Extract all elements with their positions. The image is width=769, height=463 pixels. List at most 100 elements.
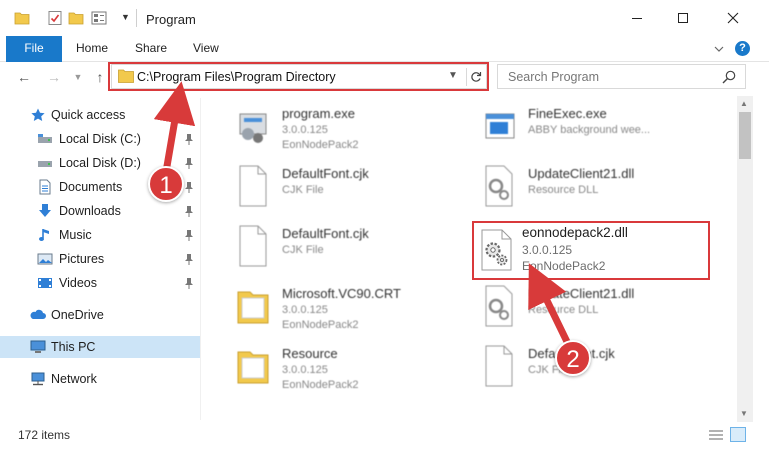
file-item-defaultfont-cjk[interactable]: DefaultFont.cjk CJK File [224, 218, 464, 276]
scrollbar-thumb[interactable] [739, 112, 751, 159]
tab-view[interactable]: View [183, 36, 229, 62]
search-box[interactable]: Search Program [497, 64, 746, 89]
sidebar-item-local-disk-c[interactable]: Local Disk (C:) [0, 128, 200, 150]
pin-icon[interactable] [184, 205, 194, 217]
tiles-view-icon[interactable] [730, 427, 746, 442]
file-item-defaultfont-cjk[interactable]: DefaultFont.cjk CJK File [470, 338, 710, 396]
drive-icon [38, 161, 52, 167]
file-detail: 3.0.0.125 [282, 304, 328, 316]
quick-access-toolbar-dropdown-icon[interactable]: ▼ [121, 12, 130, 22]
recent-locations-button[interactable]: ▼ [68, 66, 88, 88]
sidebar-item-downloads[interactable]: Downloads [0, 200, 200, 222]
sidebar-item-quick-access[interactable]: Quick access [0, 104, 200, 126]
network-icon [31, 372, 45, 386]
folder-icon[interactable] [14, 10, 30, 26]
forward-button[interactable]: → [44, 66, 64, 88]
details-view-icon[interactable] [709, 429, 723, 441]
file-detail: Resource DLL [528, 184, 599, 196]
file-name: UpdateClient21.dll [528, 286, 635, 301]
maximize-icon [678, 13, 688, 23]
dll-file-icon [485, 165, 513, 207]
documents-icon [39, 179, 51, 195]
sidebar-item-label: Documents [59, 180, 123, 194]
blank-file-icon [239, 165, 267, 207]
back-arrow-icon: ← [17, 69, 31, 85]
vertical-scrollbar[interactable]: ▲ ▼ [737, 96, 753, 422]
file-detail: EonNodePack2 [282, 319, 359, 331]
maximize-button[interactable] [660, 0, 706, 36]
folder-icon [237, 291, 269, 324]
dll-file-icon [485, 285, 513, 327]
pin-icon[interactable] [184, 253, 194, 265]
sidebar-item-label: Videos [59, 276, 97, 290]
file-detail: Resource DLL [528, 304, 599, 316]
sidebar-item-label: Local Disk (D:) [59, 156, 141, 170]
sidebar-item-label: This PC [51, 340, 96, 354]
up-arrow-icon: ↑ [96, 69, 104, 85]
pin-icon[interactable] [184, 133, 194, 145]
file-item-microsoft-vc90-crt[interactable]: Microsoft.VC90.CRT 3.0.0.125 EonNodePack… [224, 278, 464, 336]
app-window-icon [485, 113, 515, 139]
sidebar-item-onedrive[interactable]: OneDrive [0, 304, 200, 326]
this-pc-icon [30, 340, 46, 353]
pin-icon[interactable] [184, 157, 194, 169]
search-icon[interactable] [721, 69, 737, 85]
forward-arrow-icon: → [47, 69, 61, 85]
onedrive-icon [30, 309, 46, 319]
close-icon [727, 12, 739, 24]
help-icon[interactable]: ? [735, 41, 750, 56]
sidebar-item-pictures[interactable]: Pictures [0, 248, 200, 270]
file-highlight [472, 221, 710, 280]
item-count: 172 items [18, 428, 71, 442]
pane-divider [200, 98, 201, 420]
sidebar-item-this-pc[interactable]: This PC [0, 336, 200, 358]
blank-file-icon [485, 345, 513, 387]
scroll-up-icon[interactable]: ▲ [740, 99, 748, 108]
up-button[interactable]: ↑ [90, 66, 110, 88]
sidebar-item-videos[interactable]: Videos [0, 272, 200, 294]
sidebar-item-music[interactable]: Music [0, 224, 200, 246]
sidebar-item-label: Local Disk (C:) [59, 132, 141, 146]
file-name: UpdateClient21.dll [528, 166, 635, 181]
back-button[interactable]: ← [14, 66, 34, 88]
view-properties-icon[interactable] [91, 10, 107, 26]
pin-icon[interactable] [184, 277, 194, 289]
sidebar-item-label: Quick access [51, 108, 126, 122]
file-detail: 3.0.0.125 [282, 364, 328, 376]
tab-home[interactable]: Home [66, 36, 118, 62]
address-bar-highlight [108, 62, 489, 91]
close-button[interactable] [710, 0, 756, 36]
sidebar-item-label: Pictures [59, 252, 105, 266]
callout-badge-1: 1 [148, 166, 184, 202]
properties-check-icon[interactable] [47, 10, 63, 26]
new-folder-icon[interactable] [68, 10, 84, 26]
file-item-defaultfont-cjk[interactable]: DefaultFont.cjk CJK File [224, 158, 464, 216]
file-item-updateclient21-dll[interactable]: UpdateClient21.dll Resource DLL [470, 278, 710, 336]
videos-icon [38, 278, 52, 288]
tab-file[interactable]: File [6, 36, 62, 62]
pin-icon[interactable] [184, 181, 194, 193]
search-input[interactable]: Search Program [508, 70, 599, 84]
folder-icon [237, 351, 269, 384]
scroll-down-icon[interactable]: ▼ [740, 409, 748, 418]
downloads-icon [39, 204, 51, 217]
drive-icon [38, 134, 52, 143]
sidebar-item-label: Music [59, 228, 92, 242]
file-item-resource[interactable]: Resource 3.0.0.125 EonNodePack2 [224, 338, 464, 396]
expand-ribbon-icon[interactable] [712, 42, 726, 56]
ribbon-tabs: File Home Share View ? [0, 36, 769, 62]
title-divider [136, 9, 137, 27]
minimize-button[interactable] [614, 0, 660, 36]
pin-icon[interactable] [184, 229, 194, 241]
sidebar-item-network[interactable]: Network [0, 368, 200, 390]
file-item-program-exe[interactable]: program.exe 3.0.0.125 EonNodePack2 [224, 98, 464, 156]
file-name: FineExec.exe [528, 106, 607, 121]
file-item-updateclient21-dll[interactable]: UpdateClient21.dll Resource DLL [470, 158, 710, 216]
sidebar-item-label: Network [51, 372, 97, 386]
tab-share[interactable]: Share [125, 36, 177, 62]
file-name: DefaultFont.cjk [282, 226, 369, 241]
status-bar: 172 items [0, 422, 769, 446]
file-name: Microsoft.VC90.CRT [282, 286, 401, 301]
star-icon [31, 108, 45, 121]
file-item-fineexec-exe[interactable]: FineExec.exe ABBY background wee... [470, 98, 710, 156]
